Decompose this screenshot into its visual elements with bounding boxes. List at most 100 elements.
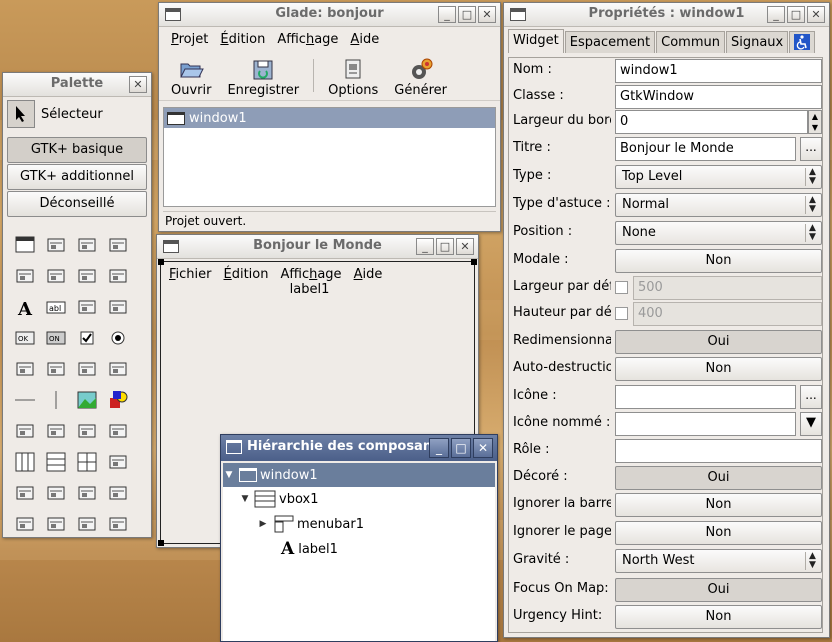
separator-toolbar-icon[interactable]: [102, 260, 133, 291]
handlebox-icon[interactable]: [102, 229, 133, 260]
widget-tree[interactable]: ▼ window1 ▼ vbox1 ▶ menubar1 A label1: [223, 463, 495, 641]
togglebutton-icon[interactable]: ON: [40, 322, 71, 353]
glade-menu-item-2[interactable]: Affichage: [271, 32, 344, 47]
glade-menu-item-0[interactable]: Projet: [165, 32, 214, 47]
close-icon[interactable]: ✕: [456, 238, 474, 255]
tree-node-window1[interactable]: ▼ window1: [223, 463, 495, 487]
hint-type-combo[interactable]: Normal ▲ ▼: [615, 193, 822, 217]
destroy-with-parent-toggle[interactable]: Non: [615, 357, 822, 381]
window-icon[interactable]: [9, 229, 40, 260]
bonjour-menu-item-1[interactable]: Édition: [218, 267, 275, 282]
textview-icon[interactable]: [71, 291, 102, 322]
role-field[interactable]: [615, 439, 822, 463]
maximize-icon[interactable]: □: [458, 6, 476, 23]
radio-toolbar-icon[interactable]: [71, 260, 102, 291]
table-icon[interactable]: [71, 446, 102, 477]
generate-button[interactable]: Générer: [386, 53, 455, 98]
maximize-icon[interactable]: □: [451, 438, 471, 458]
selector-row[interactable]: Sélecteur: [7, 99, 147, 129]
minimize-icon[interactable]: _: [767, 6, 785, 23]
title-edit-button[interactable]: ...: [800, 137, 822, 161]
bonjour-titlebar[interactable]: Bonjour le Monde _ □ ✕: [157, 235, 478, 259]
bonjour-menu-item-3[interactable]: Aide: [348, 267, 389, 282]
position-combo[interactable]: None ▲ ▼: [615, 221, 822, 245]
spin-arrows-icon[interactable]: ▲ ▼: [808, 110, 822, 134]
entry-icon[interactable]: abl: [40, 291, 71, 322]
urgency-hint-toggle[interactable]: Non: [615, 605, 822, 629]
bonjour-menu-item-0[interactable]: Fichier: [163, 267, 218, 282]
tree-icon[interactable]: [71, 353, 102, 384]
open-button[interactable]: Ouvrir: [163, 53, 219, 98]
tab-commun[interactable]: Commun: [656, 31, 725, 53]
type-combo[interactable]: Top Level ▲ ▼: [615, 165, 822, 189]
ruler-icon[interactable]: [102, 508, 133, 539]
combo-icon[interactable]: [9, 353, 40, 384]
expander-open-icon[interactable]: ▼: [223, 470, 235, 480]
expander-closed-icon[interactable]: ▶: [257, 519, 269, 529]
toolbar-icon[interactable]: [71, 229, 102, 260]
tree-node-vbox1[interactable]: ▼ vbox1: [223, 487, 495, 511]
list-icon[interactable]: [102, 353, 133, 384]
label1-widget[interactable]: label1: [161, 282, 474, 297]
fixed-icon[interactable]: [102, 446, 133, 477]
maximize-icon[interactable]: □: [787, 6, 805, 23]
resizable-toggle[interactable]: Oui: [615, 330, 822, 354]
hierarchy-titlebar[interactable]: Hiérarchie des composants _ □ ✕: [221, 435, 497, 461]
image-icon[interactable]: [71, 384, 102, 415]
hbox-icon[interactable]: [9, 446, 40, 477]
close-icon[interactable]: ✕: [473, 438, 493, 458]
focus-on-map-toggle[interactable]: Oui: [615, 578, 822, 602]
drawingarea-icon[interactable]: [102, 384, 133, 415]
tab-accessibility[interactable]: [789, 31, 816, 53]
skip-taskbar-toggle[interactable]: Non: [615, 493, 822, 517]
menubar-icon[interactable]: [40, 229, 71, 260]
tree-node-label1[interactable]: A label1: [223, 537, 495, 561]
icon-browse-button[interactable]: ...: [800, 385, 822, 409]
radiobutton-icon[interactable]: [102, 322, 133, 353]
properties-titlebar[interactable]: Propriétés : window1 _ □ ✕: [504, 3, 829, 27]
tab-espacement[interactable]: Espacement: [564, 31, 656, 53]
border-width-spinner[interactable]: 0: [615, 110, 808, 134]
palette-titlebar[interactable]: Palette ✕: [3, 73, 151, 97]
tab-signaux[interactable]: Signaux: [725, 31, 789, 53]
vseparator-icon[interactable]: [40, 384, 71, 415]
save-button[interactable]: Enregistrer: [219, 53, 307, 98]
filechooser-icon[interactable]: [40, 415, 71, 446]
name-field[interactable]: window1: [615, 59, 822, 83]
spinbutton-icon[interactable]: [40, 353, 71, 384]
arrow-cursor-icon[interactable]: [7, 100, 35, 128]
group-deprecated-button[interactable]: Déconseillé: [7, 191, 147, 217]
icon-name-field[interactable]: [615, 412, 796, 436]
close-icon[interactable]: ✕: [807, 6, 825, 23]
options-button[interactable]: Options: [320, 53, 386, 98]
checkbutton-icon[interactable]: [71, 322, 102, 353]
maximize-icon[interactable]: □: [436, 238, 454, 255]
bonjour-menu-item-2[interactable]: Affichage: [274, 267, 347, 282]
colorselection-icon[interactable]: [71, 415, 102, 446]
minimize-icon[interactable]: _: [429, 438, 449, 458]
button-icon[interactable]: OK: [9, 322, 40, 353]
glade-menu-item-3[interactable]: Aide: [344, 32, 385, 47]
default-height-checkbox[interactable]: [615, 307, 628, 320]
notebook-icon[interactable]: [9, 508, 40, 539]
hscale-icon[interactable]: [40, 477, 71, 508]
vscale-icon[interactable]: [71, 477, 102, 508]
project-widget-list[interactable]: window1: [163, 107, 496, 207]
dialog-icon[interactable]: [9, 415, 40, 446]
skip-pager-toggle[interactable]: Non: [615, 521, 822, 545]
tree-node-menubar1[interactable]: ▶ menubar1: [223, 512, 495, 536]
expander-open-icon[interactable]: ▼: [239, 494, 251, 504]
title-field[interactable]: Bonjour le Monde: [615, 137, 796, 161]
decorated-toggle[interactable]: Oui: [615, 466, 822, 490]
close-icon[interactable]: ✕: [129, 76, 147, 93]
glade-menu-item-1[interactable]: Édition: [214, 32, 271, 47]
hseparator-icon[interactable]: [9, 384, 40, 415]
default-width-spinner[interactable]: 500: [633, 276, 822, 300]
frame-icon[interactable]: [40, 508, 71, 539]
default-height-spinner[interactable]: 400: [633, 302, 822, 326]
vbuttonbox-icon[interactable]: [40, 260, 71, 291]
dropdown-arrow-icon[interactable]: ▼: [800, 412, 822, 436]
text-icon[interactable]: [102, 291, 133, 322]
tab-widget[interactable]: Widget: [508, 29, 564, 53]
group-gtk-basic-button[interactable]: GTK+ basique: [7, 137, 147, 163]
